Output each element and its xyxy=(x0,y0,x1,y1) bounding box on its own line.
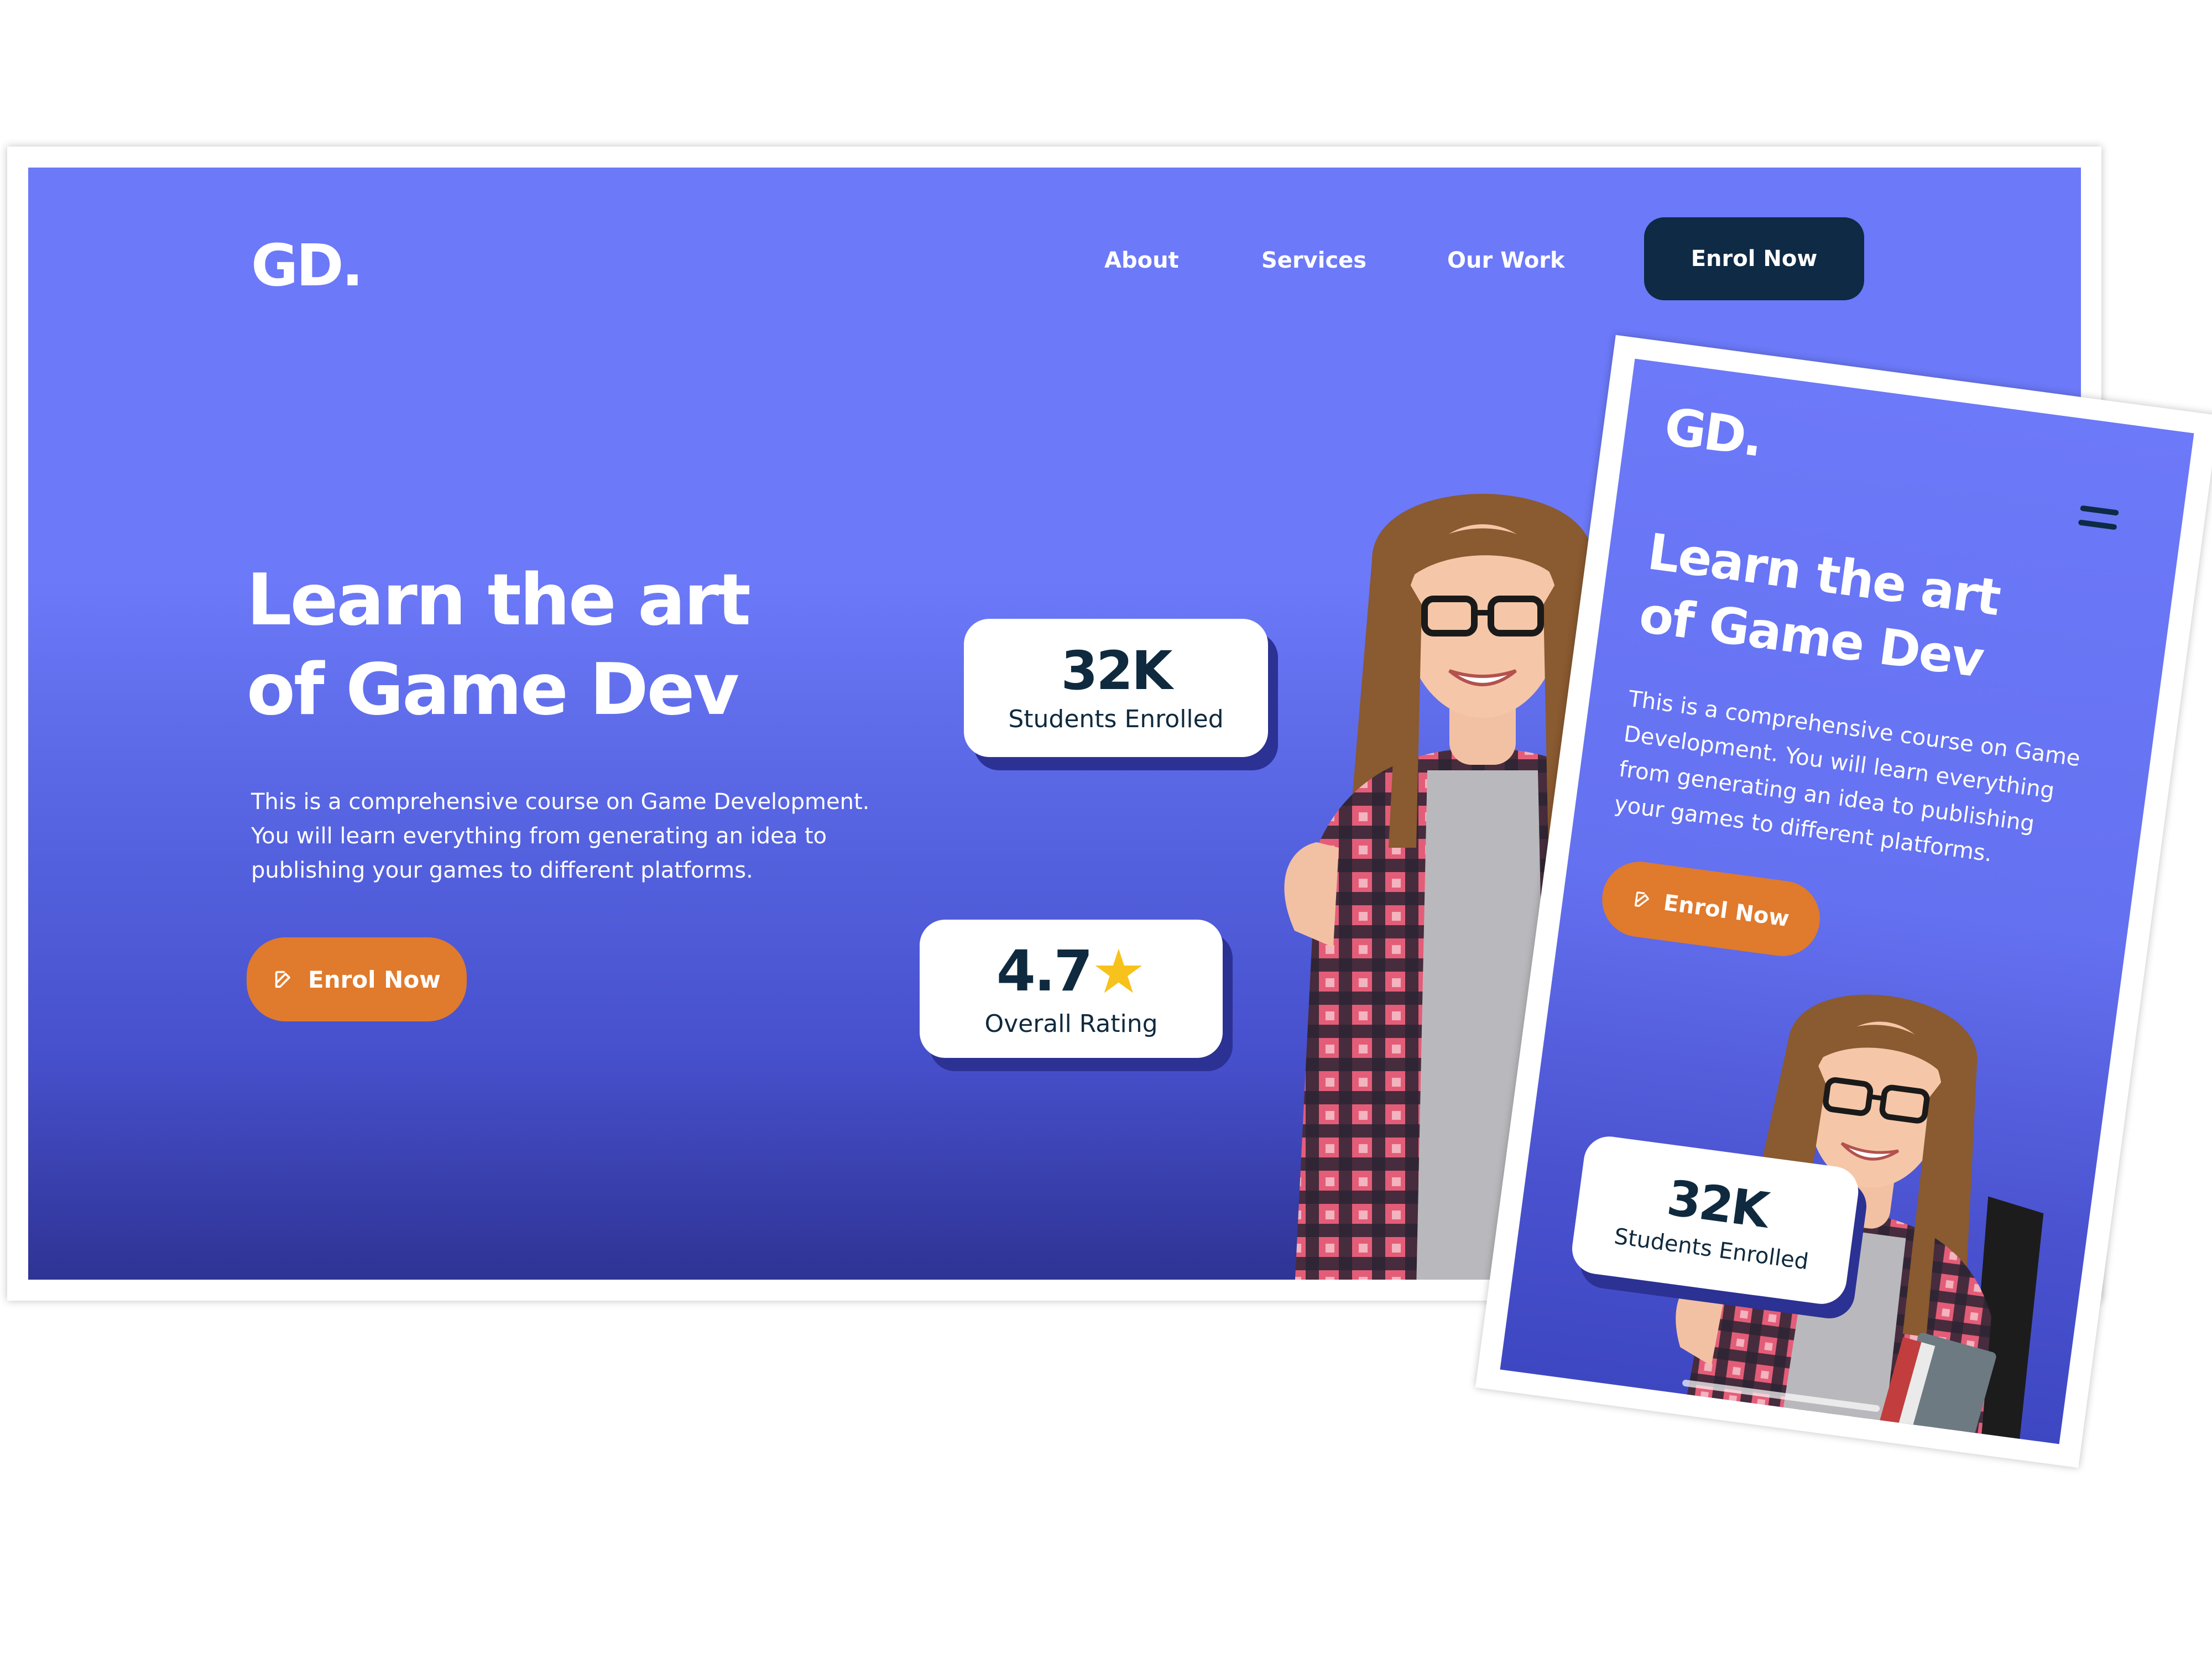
hero-description-line-3: publishing your games to different platf… xyxy=(251,858,753,883)
hero-title-line-2: of Game Dev xyxy=(247,649,739,731)
rating-value-row: 4.7 ★ xyxy=(997,941,1146,1002)
hero-title-line-1: Learn the art xyxy=(247,559,751,641)
nav-link-our-work[interactable]: Our Work xyxy=(1447,248,1565,273)
enrol-now-nav-button[interactable]: Enrol Now xyxy=(1644,217,1864,300)
nav-link-about[interactable]: About xyxy=(1104,248,1179,273)
mobile-logo[interactable]: GD. xyxy=(1661,397,1765,468)
hamburger-menu-icon[interactable] xyxy=(2075,502,2121,536)
mobile-students-enrolled-value: 32K xyxy=(1663,1169,1771,1239)
logo[interactable]: GD. xyxy=(251,232,363,299)
mobile-students-enrolled-label: Students Enrolled xyxy=(1613,1223,1811,1275)
edit-icon xyxy=(275,971,290,988)
star-icon: ★ xyxy=(1091,936,1146,1007)
hero-description-line-2: You will learn everything from generatin… xyxy=(251,823,827,849)
nav-link-services[interactable]: Services xyxy=(1261,248,1366,273)
students-enrolled-value: 32K xyxy=(1061,640,1173,702)
students-enrolled-label: Students Enrolled xyxy=(1008,705,1224,733)
overall-rating-label: Overall Rating xyxy=(984,1010,1158,1038)
enrol-now-hero-button[interactable]: Enrol Now xyxy=(247,937,467,1021)
students-enrolled-card: 32K Students Enrolled xyxy=(964,619,1268,757)
edit-icon xyxy=(1634,891,1649,907)
mobile-landing-page: GD. Learn the art of Game Dev This is a … xyxy=(1500,358,2194,1444)
overall-rating-value: 4.7 xyxy=(996,938,1093,1004)
enrol-now-hero-label: Enrol Now xyxy=(308,966,441,993)
hero-description-line-1: This is a comprehensive course on Game D… xyxy=(251,789,870,815)
mobile-enrol-now-label: Enrol Now xyxy=(1662,890,1791,932)
overall-rating-card: 4.7 ★ Overall Rating xyxy=(920,920,1223,1058)
